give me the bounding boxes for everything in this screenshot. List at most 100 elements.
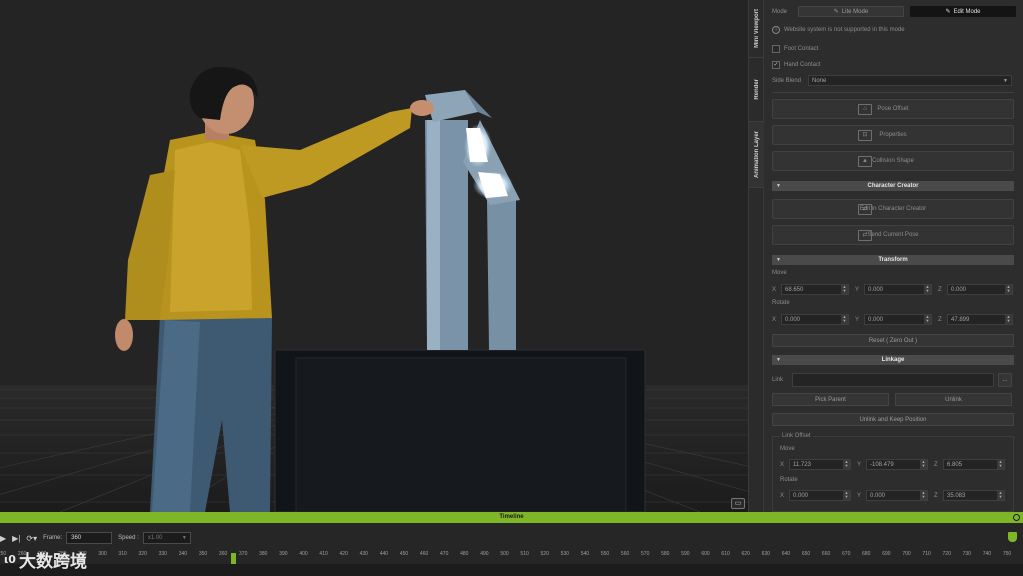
move-y-value: 0.000: [868, 286, 884, 293]
rotate-x-value: 0.000: [785, 316, 801, 323]
frame-value: 360: [71, 535, 82, 541]
section-character-creator[interactable]: ▼ Character Creator: [772, 181, 1014, 191]
axis-x-label: X: [780, 461, 785, 468]
chat-icon[interactable]: ▭: [731, 498, 745, 509]
section-linkage[interactable]: ▼ Linkage: [772, 355, 1014, 365]
character-creator-icon: ⇄: [858, 204, 872, 215]
reset-zero-out-button[interactable]: Reset ( Zero Out ): [772, 334, 1014, 347]
edit-mode-button[interactable]: ✎ Edit Mode: [910, 6, 1016, 17]
divider: [772, 92, 1014, 93]
tab-animation-layer[interactable]: Animation Layer: [749, 122, 764, 188]
spinner-icon[interactable]: ▲ ▼: [843, 460, 850, 469]
loop-icon[interactable]: ⟳▾: [26, 534, 37, 543]
lo-move-x-value: 11.723: [793, 461, 811, 468]
spinner-icon[interactable]: ▲ ▼: [920, 491, 927, 500]
hand-contact-label: Hand Contact: [784, 62, 821, 68]
ruler-tick-label: 610: [721, 551, 730, 557]
link-field[interactable]: [792, 373, 994, 387]
timeline-ruler[interactable]: 2502602702802903003103203303403503603703…: [0, 551, 1023, 563]
side-blend-select[interactable]: None ▼: [808, 75, 1012, 86]
collision-shape-icon: ▲: [858, 156, 872, 167]
unlink-button[interactable]: Unlink: [895, 393, 1012, 406]
timeline-track[interactable]: [0, 564, 1023, 576]
link-browse-button[interactable]: ...: [998, 373, 1012, 387]
spinner-icon[interactable]: ▲ ▼: [924, 315, 931, 324]
edit-in-cc-button[interactable]: ⇄ Edit in Character Creator: [772, 199, 1014, 219]
logo-mark: ι0: [4, 553, 16, 566]
chevron-down-icon: ▼: [1003, 77, 1008, 84]
axis-x-label: X: [772, 286, 777, 293]
speed-select[interactable]: x1.00 ▼: [142, 532, 191, 544]
unlink-keep-position-button[interactable]: Unlink and Keep Position: [772, 413, 1014, 426]
ruler-tick-label: 300: [98, 551, 107, 557]
move-y-field[interactable]: 0.000 ▲ ▼: [864, 284, 932, 295]
tab-label: Render: [753, 79, 760, 100]
lo-move-fields: X 11.723 ▲ ▼ Y -108.479 ▲ ▼ Z 6.805 ▲ ▼: [780, 459, 1009, 470]
ruler-tick-label: 600: [701, 551, 710, 557]
pick-parent-button[interactable]: Pick Parent: [772, 393, 889, 406]
timeline-panel: ▶ ▶| ⟳▾ Frame: 360 Speed : x1.00▼ 250260…: [0, 523, 1023, 576]
send-current-pose-button[interactable]: ⇄ Send Current Pose: [772, 225, 1014, 245]
ruler-tick-label: 410: [319, 551, 328, 557]
spinner-icon[interactable]: ▲ ▼: [997, 491, 1004, 500]
rotate-x-field[interactable]: 0.000 ▲ ▼: [781, 314, 849, 325]
collision-shape-button[interactable]: ▲ Collision Shape: [772, 151, 1014, 171]
spinner-icon[interactable]: ▲ ▼: [924, 285, 931, 294]
properties-button[interactable]: ⊡ Properties: [772, 125, 1014, 145]
ruler-tick-label: 620: [741, 551, 750, 557]
lo-move-z-field[interactable]: 6.805 ▲ ▼: [943, 459, 1005, 470]
section-transform[interactable]: ▼ Transform: [772, 255, 1014, 265]
ruler-tick-label: 530: [560, 551, 569, 557]
lite-mode-button[interactable]: ✎ Lite Mode: [798, 6, 904, 17]
move-z-field[interactable]: 0.000 ▲ ▼: [947, 284, 1013, 295]
3d-viewport[interactable]: ▭: [0, 0, 748, 512]
spinner-icon[interactable]: ▲ ▼: [997, 460, 1004, 469]
ruler-tick-label: 310: [118, 551, 127, 557]
spinner-icon[interactable]: ▲ ▼: [1005, 315, 1012, 324]
timeline-header[interactable]: Timeline: [0, 512, 1023, 523]
rotate-fields: X 0.000 ▲ ▼ Y 0.000 ▲ ▼ Z 47.899 ▲ ▼: [772, 314, 1017, 325]
ruler-tick-label: 390: [279, 551, 288, 557]
link-buttons-row: Pick Parent Unlink: [772, 393, 1017, 406]
hand-contact-checkbox[interactable]: ✓: [772, 61, 780, 69]
lo-rotate-z-field[interactable]: 35.083 ▲ ▼: [943, 490, 1005, 501]
vertical-tab-strip: Mini Viewport Render Animation Layer: [748, 0, 764, 512]
lo-move-y-field[interactable]: -108.479 ▲ ▼: [866, 459, 928, 470]
tab-mini-viewport[interactable]: Mini Viewport: [749, 0, 764, 58]
play-icon[interactable]: ▶: [0, 534, 6, 543]
ruler-tick-label: 710: [922, 551, 931, 557]
spinner-icon[interactable]: ▲ ▼: [920, 460, 927, 469]
rotate-y-field[interactable]: 0.000 ▲ ▼: [864, 314, 932, 325]
ruler-tick-label: 490: [480, 551, 489, 557]
collision-shape-label: Collision Shape: [872, 158, 914, 164]
lo-rotate-y-field[interactable]: 0.000 ▲ ▼: [866, 490, 928, 501]
side-blend-row: Side Blend None ▼: [772, 75, 1017, 86]
ruler-tick-label: 690: [882, 551, 891, 557]
properties-icon: ⊡: [858, 130, 872, 141]
timeline-settings-icon[interactable]: [1013, 514, 1020, 521]
pick-parent-label: Pick Parent: [815, 396, 846, 403]
move-x-field[interactable]: 68.650 ▲ ▼: [781, 284, 849, 295]
rotate-label-row: Rotate: [772, 300, 1017, 306]
ruler-tick-label: 370: [239, 551, 248, 557]
lo-rotate-x-field[interactable]: 0.000 ▲ ▼: [789, 490, 851, 501]
axis-z-label: Z: [938, 286, 942, 293]
foot-contact-checkbox[interactable]: [772, 45, 780, 53]
ruler-tick-label: 750: [1002, 551, 1012, 557]
rotate-label: Rotate: [772, 300, 790, 306]
rotate-z-value: 47.899: [951, 316, 970, 323]
spinner-icon[interactable]: ▲ ▼: [843, 491, 850, 500]
spinner-icon[interactable]: ▲ ▼: [841, 315, 848, 324]
scene-render: [0, 67, 748, 512]
shield-icon[interactable]: [1008, 532, 1017, 542]
pose-offset-button[interactable]: ⌂ Pose Offset: [772, 99, 1014, 119]
lo-move-x-field[interactable]: 11.723 ▲ ▼: [789, 459, 851, 470]
spinner-icon[interactable]: ▲ ▼: [1005, 285, 1012, 294]
edit-icon: ✎: [833, 9, 839, 15]
frame-input[interactable]: 360: [66, 532, 113, 544]
spinner-icon[interactable]: ▲ ▼: [841, 285, 848, 294]
ruler-tick-label: 400: [299, 551, 308, 557]
next-frame-icon[interactable]: ▶|: [12, 534, 20, 543]
tab-render[interactable]: Render: [749, 58, 764, 122]
rotate-z-field[interactable]: 47.899 ▲ ▼: [947, 314, 1013, 325]
